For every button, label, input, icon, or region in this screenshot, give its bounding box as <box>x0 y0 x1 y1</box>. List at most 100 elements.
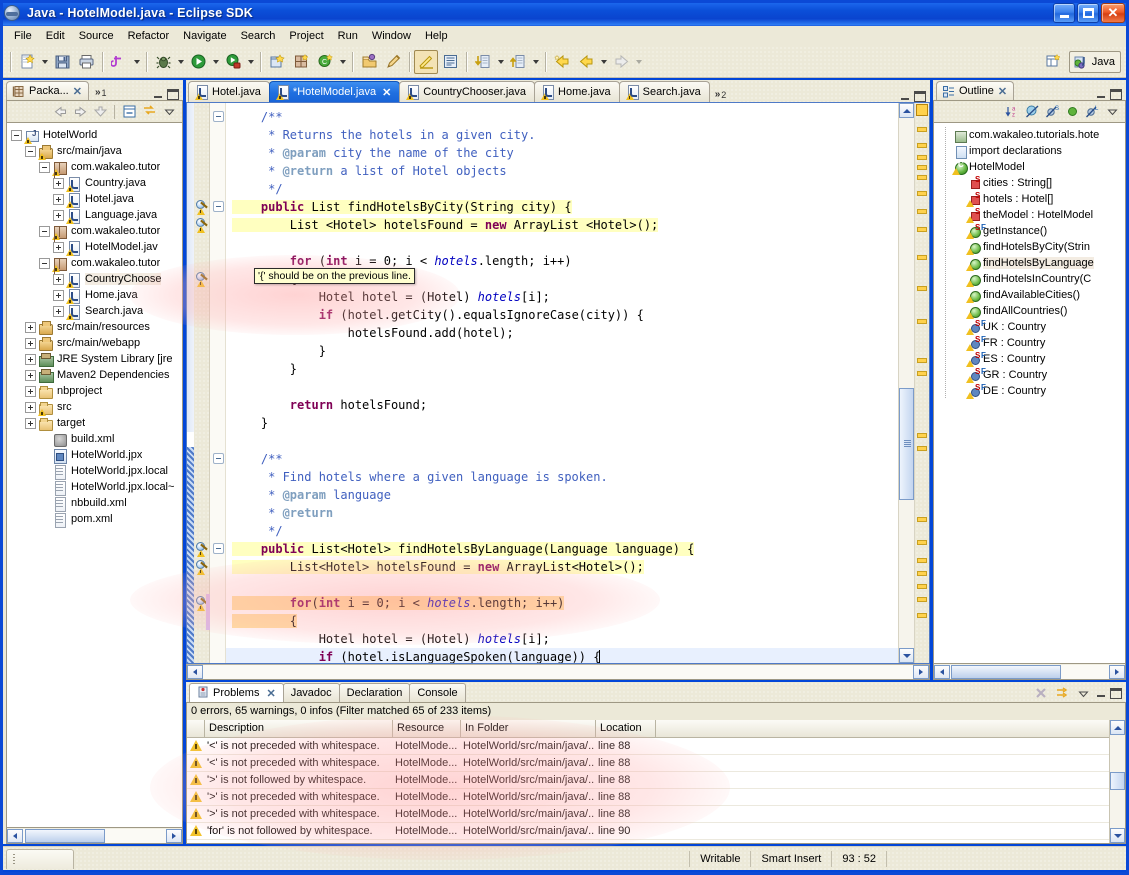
overview-warning-marker[interactable] <box>917 558 927 563</box>
collapse-icon[interactable] <box>39 257 50 269</box>
outline-item[interactable]: S F ES : Country <box>934 351 1125 367</box>
code-line[interactable]: * @param language <box>226 486 898 504</box>
code-line[interactable] <box>226 432 898 450</box>
overview-warning-marker[interactable] <box>917 540 927 545</box>
overview-warning-marker[interactable] <box>917 255 927 260</box>
outline-item[interactable]: Shotels : Hotel[] <box>934 191 1125 207</box>
scroll-right-icon[interactable] <box>166 828 182 843</box>
tree-item[interactable]: Hotel.java <box>7 191 182 208</box>
tree-item[interactable]: HotelWorld.jpx <box>7 447 182 464</box>
code-line[interactable]: if (hotel.isLanguageSpoken(language)) { <box>226 648 898 663</box>
code-line[interactable]: hotelsFound.add(hotel); <box>226 324 898 342</box>
debug-button[interactable] <box>151 50 175 74</box>
maximize-icon[interactable] <box>1110 89 1122 100</box>
overview-warning-marker[interactable] <box>917 191 927 196</box>
editor-tab-homejava[interactable]: Home.java <box>534 81 620 102</box>
debug-dropdown[interactable] <box>175 50 186 74</box>
tree-item[interactable]: build.xml <box>7 431 182 447</box>
tree-item[interactable]: com.wakaleo.tutor <box>7 159 182 176</box>
tab-outline[interactable]: Outline ✕ <box>936 81 1015 100</box>
expand-icon[interactable] <box>53 305 64 317</box>
tab-declaration[interactable]: Declaration <box>338 683 411 702</box>
hscroll-track[interactable] <box>23 828 166 843</box>
scroll-down-icon[interactable] <box>1110 828 1125 843</box>
minimize-icon[interactable] <box>1095 688 1107 699</box>
toggle-mark-occurrences-button[interactable] <box>414 49 438 74</box>
editor-tab-hoteljava[interactable]: Hotel.java <box>188 81 270 102</box>
table-row[interactable]: '>' is not followed by whitespace. HotelM… <box>187 772 1125 789</box>
tree-item[interactable]: target <box>7 415 182 431</box>
code-line[interactable]: * @param city the name of the city <box>226 144 898 162</box>
tree-item[interactable]: com.wakaleo.tutor <box>7 223 182 240</box>
code-line[interactable]: } <box>226 414 898 432</box>
chevron-down-icon[interactable] <box>1074 684 1092 702</box>
problems-vscroll-thumb[interactable] <box>1110 772 1125 790</box>
outline-item[interactable]: findHotelsByCity(Strin <box>934 239 1125 255</box>
overview-warning-marker[interactable] <box>917 597 927 602</box>
code-line[interactable]: Hotel hotel = (Hotel) hotels[i]; <box>226 630 898 648</box>
code-line[interactable]: Hotel hotel = (Hotel) hotels[i]; <box>226 288 898 306</box>
previous-annotation-dropdown[interactable] <box>530 50 541 74</box>
tab-package-explorer[interactable]: Packa... ✕ <box>6 81 89 100</box>
new-java-element-dropdown[interactable] <box>131 50 142 74</box>
hscroll-track[interactable] <box>950 664 1109 679</box>
tree-item[interactable]: nbproject <box>7 383 182 399</box>
overview-warning-marker[interactable] <box>917 613 927 618</box>
tab-problems[interactable]: Problems ✕ <box>189 683 284 702</box>
tree-item[interactable]: src/main/java <box>7 143 182 160</box>
editor-tab-searchjava[interactable]: Search.java <box>618 81 710 102</box>
overview-ruler[interactable] <box>914 103 929 663</box>
editor-hscrollbar[interactable] <box>186 664 930 680</box>
menu-file[interactable]: File <box>7 28 39 44</box>
overview-warning-marker[interactable] <box>917 227 927 232</box>
expand-icon[interactable] <box>53 289 64 301</box>
overview-warning-marker[interactable] <box>917 584 927 589</box>
overview-warning-marker[interactable] <box>917 433 927 438</box>
expand-icon[interactable] <box>53 209 64 221</box>
new-class-dropdown[interactable] <box>337 50 348 74</box>
tree-item[interactable]: src <box>7 399 182 416</box>
menu-edit[interactable]: Edit <box>39 28 72 44</box>
overview-warning-marker[interactable] <box>917 209 927 214</box>
scroll-up-icon[interactable] <box>1110 720 1125 735</box>
editor-tab-hotelmodeljava[interactable]: *HotelModel.java ✕ <box>268 81 401 102</box>
code-line[interactable]: } <box>226 342 898 360</box>
maximize-icon[interactable] <box>1110 687 1122 699</box>
chevron-down-icon[interactable] <box>160 103 178 121</box>
public-dot-icon[interactable] <box>1063 103 1081 121</box>
open-perspective-icon[interactable] <box>1042 50 1066 74</box>
menu-search[interactable]: Search <box>234 28 283 44</box>
open-type-button[interactable] <box>357 50 381 74</box>
table-row[interactable]: '<' is not preceded with whitespace. Hote… <box>187 755 1125 772</box>
menu-project[interactable]: Project <box>282 28 330 44</box>
code-line[interactable]: * @return <box>226 504 898 522</box>
code-line[interactable]: */ <box>226 522 898 540</box>
tree-item[interactable]: com.wakaleo.tutor <box>7 255 182 272</box>
outline-hscrollbar[interactable] <box>933 664 1126 680</box>
severity-col-header[interactable] <box>187 720 205 737</box>
outline-item[interactable]: findAvailableCities() <box>934 287 1125 303</box>
editor-tab-overflow[interactable]: » 2 <box>709 89 731 102</box>
quickfix-warning-icon[interactable] <box>195 272 209 287</box>
run-dropdown[interactable] <box>210 50 221 74</box>
column-header-resource[interactable]: Resource <box>393 720 461 737</box>
overview-warning-marker[interactable] <box>917 371 927 376</box>
toggle-whitespace-button[interactable] <box>438 50 462 74</box>
package-explorer-overflow[interactable]: » 1 <box>89 87 111 100</box>
package-explorer-hscrollbar[interactable] <box>6 828 183 844</box>
column-header-in-folder[interactable]: In Folder <box>461 720 596 737</box>
scroll-right-icon[interactable] <box>1109 664 1125 679</box>
menu-run[interactable]: Run <box>331 28 365 44</box>
search-pencil-button[interactable] <box>381 50 405 74</box>
tree-item[interactable]: CountryChoose <box>7 271 182 288</box>
minimize-icon[interactable] <box>152 89 164 100</box>
delete-x-icon[interactable] <box>1032 684 1050 702</box>
vscroll-thumb[interactable] <box>899 388 914 500</box>
table-row[interactable]: '<' is not preceded with whitespace. Hote… <box>187 738 1125 755</box>
tab-javadoc[interactable]: Javadoc <box>282 683 340 702</box>
outline-item[interactable]: HotelModel <box>934 159 1125 175</box>
code-line[interactable]: /** <box>226 450 898 468</box>
tree-item[interactable]: Search.java <box>7 303 182 320</box>
outline-item[interactable]: S F GR : Country <box>934 367 1125 383</box>
code-line[interactable] <box>226 576 898 594</box>
